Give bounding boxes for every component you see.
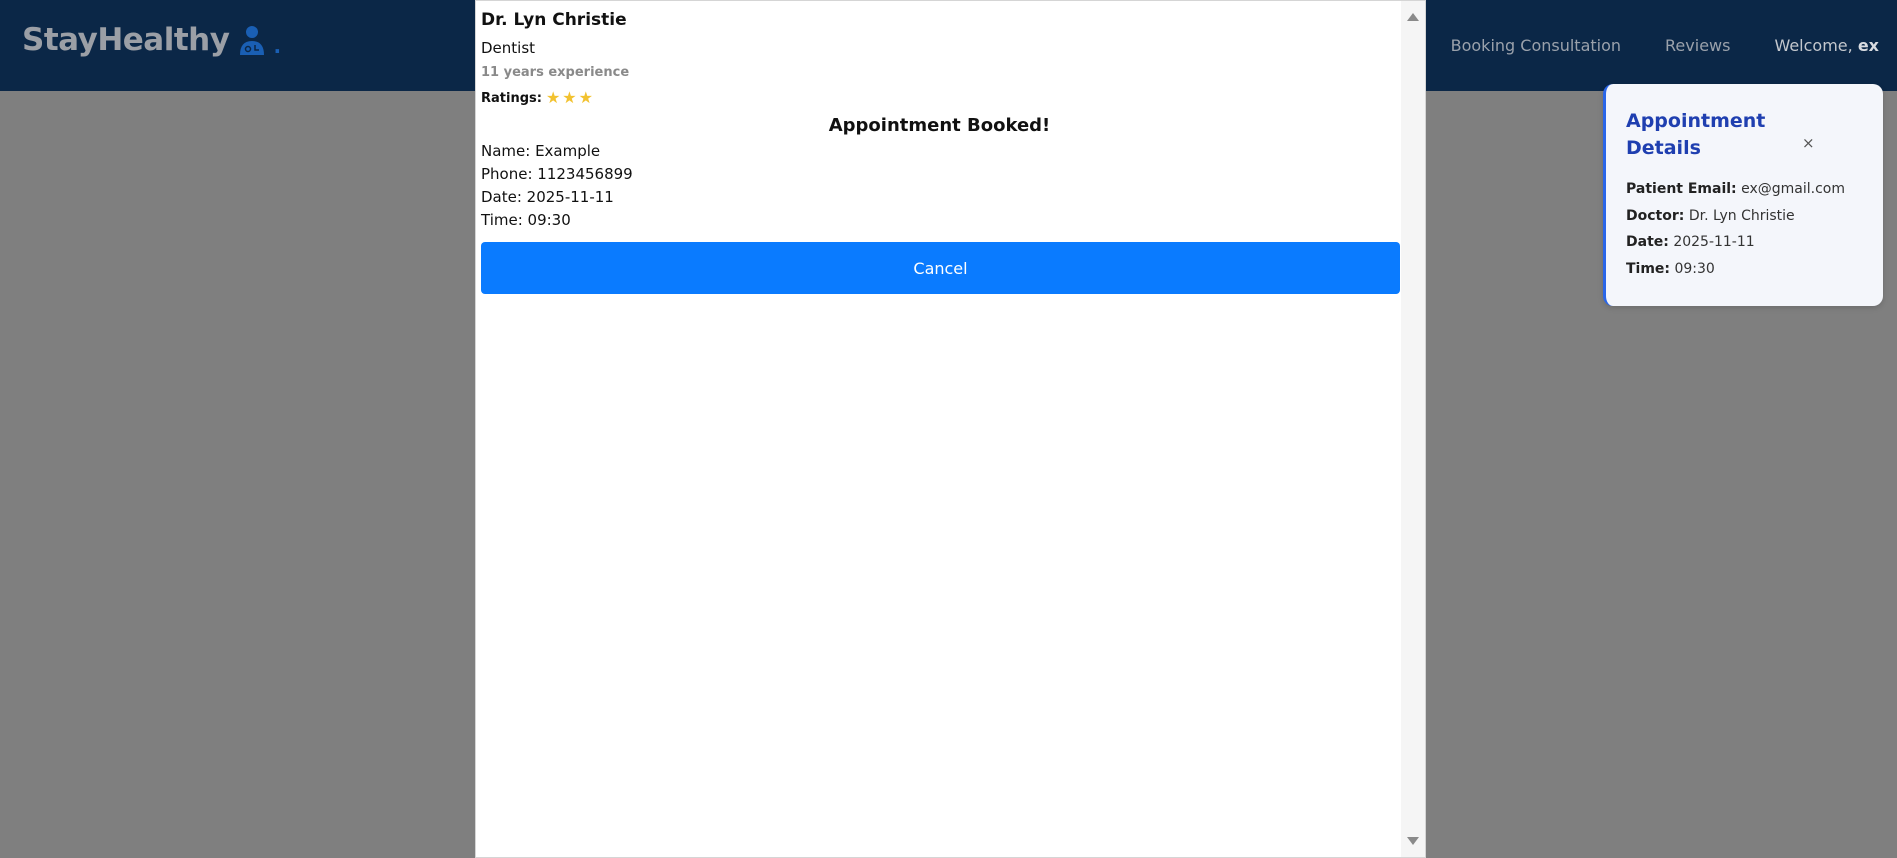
doctor-experience: 11 years experience — [481, 65, 630, 80]
scroll-down-arrow-icon[interactable] — [1407, 837, 1419, 845]
brand-name: StayHealthy — [22, 22, 230, 58]
time-value: 09:30 — [1674, 261, 1715, 277]
brand-dot: . — [273, 34, 281, 58]
booked-phone: Phone: 1123456899 — [481, 165, 633, 183]
details-time: Time: 09:30 — [1626, 261, 1715, 277]
booked-time: Time: 09:30 — [481, 211, 571, 229]
welcome-user[interactable]: Welcome, ex — [1774, 36, 1879, 55]
nav-link-reviews[interactable]: Reviews — [1665, 36, 1730, 55]
doctor-ratings: Ratings: ★ ★ ★ — [481, 90, 595, 106]
close-icon[interactable]: × — [1802, 134, 1815, 152]
star-icon: ★ — [578, 88, 593, 107]
scroll-up-arrow-icon[interactable] — [1407, 13, 1419, 21]
star-icon: ★ — [545, 88, 561, 107]
details-date: Date: 2025-11-11 — [1626, 234, 1755, 250]
email-label: Patient Email: — [1626, 181, 1737, 197]
brand-logo[interactable]: StayHealthy . — [22, 22, 281, 58]
details-doctor: Doctor: Dr. Lyn Christie — [1626, 208, 1795, 224]
star-icon: ★ — [562, 88, 577, 107]
modal-scrollbar[interactable] — [1401, 1, 1425, 857]
appointment-booked-title: Appointment Booked! — [828, 115, 1051, 136]
booked-name: Name: Example — [481, 142, 601, 160]
rating-stars: ★ ★ ★ — [546, 90, 595, 106]
doctor-label: Doctor: — [1626, 208, 1685, 224]
nav-links: en Booking Consultation Reviews Welcome,… — [1387, 36, 1879, 55]
ratings-label: Ratings: — [481, 90, 542, 106]
booking-modal: Dr. Lyn Christie Dentist 11 years experi… — [475, 0, 1426, 858]
doctor-value: Dr. Lyn Christie — [1688, 208, 1795, 224]
doctor-name: Dr. Lyn Christie — [481, 10, 627, 30]
booked-date: Date: 2025-11-11 — [481, 188, 614, 206]
cancel-appointment-button[interactable]: Cancel — [481, 242, 1400, 294]
welcome-username: ex — [1857, 36, 1879, 55]
date-label: Date: — [1626, 234, 1669, 250]
appointment-details-card: Appointment Details × Patient Email: ex@… — [1603, 84, 1883, 306]
doctor-specialty: Dentist — [481, 39, 536, 57]
details-title: Appointment Details — [1626, 110, 1766, 159]
date-value: 2025-11-11 — [1673, 234, 1755, 250]
time-label: Time: — [1626, 261, 1671, 277]
details-email: Patient Email: ex@gmail.com — [1626, 181, 1845, 197]
email-value: ex@gmail.com — [1741, 181, 1845, 197]
welcome-prefix: Welcome, — [1774, 36, 1853, 55]
nav-link-booking-consultation[interactable]: Booking Consultation — [1451, 36, 1621, 55]
doctor-icon — [237, 23, 267, 57]
